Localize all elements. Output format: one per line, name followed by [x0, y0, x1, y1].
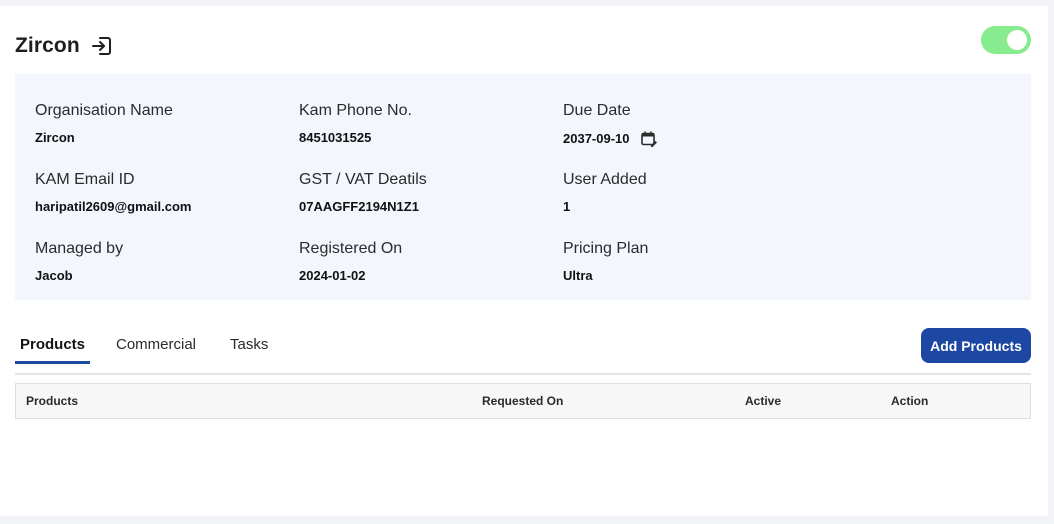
- org-header: Zircon: [15, 28, 114, 64]
- column-header-action[interactable]: Action: [891, 394, 928, 408]
- managed-by-field: Managed by Jacob: [35, 239, 123, 284]
- column-header-requested-on[interactable]: Requested On: [482, 394, 563, 408]
- column-header-active[interactable]: Active: [745, 394, 781, 408]
- organisation-name-value: Zircon: [35, 130, 75, 145]
- kam-email-label: KAM Email ID: [35, 171, 135, 188]
- user-added-value: 1: [563, 199, 571, 214]
- tab-tasks[interactable]: Tasks: [230, 336, 268, 361]
- add-products-button[interactable]: Add Products: [921, 328, 1031, 363]
- login-icon[interactable]: [90, 34, 114, 58]
- pricing-plan-label: Pricing Plan: [563, 240, 649, 257]
- registered-on-label: Registered On: [299, 240, 403, 257]
- due-date-value-row: 2037-09-10: [563, 130, 658, 148]
- column-header-products[interactable]: Products: [26, 394, 78, 408]
- organisation-name-label: Organisation Name: [35, 102, 173, 119]
- products-table-header: Products Requested On Active Action: [15, 383, 1031, 419]
- pricing-plan-field: Pricing Plan Ultra: [563, 239, 648, 284]
- gst-vat-label: GST / VAT Deatils: [299, 171, 427, 188]
- organisation-name-field: Organisation Name Zircon: [35, 101, 173, 146]
- org-title: Zircon: [15, 34, 80, 57]
- registered-on-value: 2024-01-02: [299, 268, 366, 283]
- kam-phone-field: Kam Phone No. 8451031525: [299, 101, 412, 146]
- status-toggle[interactable]: [981, 26, 1031, 54]
- toggle-knob: [1007, 30, 1027, 50]
- kam-phone-label: Kam Phone No.: [299, 102, 412, 119]
- managed-by-label: Managed by: [35, 240, 124, 257]
- due-date-label: Due Date: [563, 102, 631, 119]
- kam-email-field: KAM Email ID haripatil2609@gmail.com: [35, 170, 191, 215]
- pricing-plan-value: Ultra: [563, 268, 593, 283]
- gst-vat-field: GST / VAT Deatils 07AAGFF2194N1Z1: [299, 170, 427, 215]
- organisation-card: Zircon Organisation Name Zircon Kam Phon…: [0, 6, 1048, 516]
- due-date-field: Due Date 2037-09-10: [563, 101, 658, 148]
- registered-on-field: Registered On 2024-01-02: [299, 239, 402, 284]
- tab-products[interactable]: Products: [15, 336, 91, 364]
- gst-vat-value: 07AAGFF2194N1Z1: [299, 199, 419, 214]
- tab-commercial[interactable]: Commercial: [116, 336, 196, 361]
- calendar-edit-icon[interactable]: [640, 130, 658, 148]
- user-added-label: User Added: [563, 171, 647, 188]
- user-added-field: User Added 1: [563, 170, 647, 215]
- tab-bar: Products Commercial Tasks: [15, 328, 1031, 375]
- managed-by-value: Jacob: [35, 268, 73, 283]
- kam-phone-value: 8451031525: [299, 130, 372, 145]
- due-date-value: 2037-09-10: [563, 131, 630, 146]
- details-panel: Organisation Name Zircon Kam Phone No. 8…: [15, 74, 1031, 300]
- kam-email-value: haripatil2609@gmail.com: [35, 199, 192, 214]
